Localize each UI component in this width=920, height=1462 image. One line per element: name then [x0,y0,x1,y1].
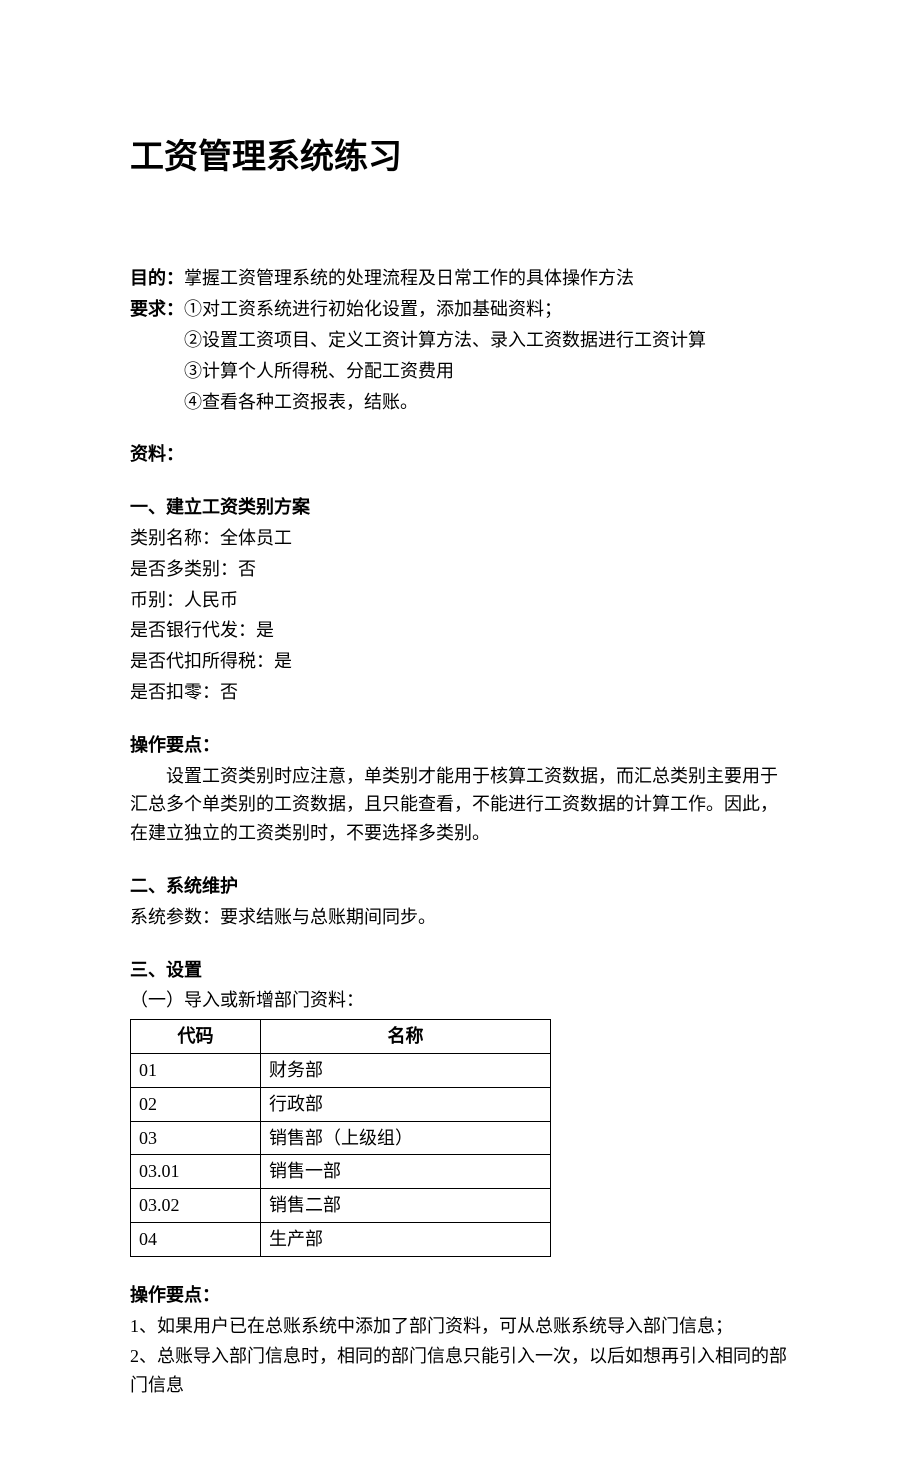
document-page: 工资管理系统练习 目的：掌握工资管理系统的处理流程及日常工作的具体操作方法 要求… [0,0,920,1462]
table-header-row: 代码 名称 [131,1020,551,1054]
opkey2-label: 操作要点： [130,1281,790,1310]
require-label: 要求： [130,299,184,319]
opkey1-label: 操作要点： [130,731,790,760]
require-line-4: ④查看各种工资报表，结账。 [184,388,790,417]
require-line-3: ③计算个人所得税、分配工资费用 [184,357,790,386]
cell-code: 03 [131,1121,261,1155]
require-line-2: ②设置工资项目、定义工资计算方法、录入工资数据进行工资计算 [184,326,790,355]
purpose-line: 目的：掌握工资管理系统的处理流程及日常工作的具体操作方法 [130,264,790,293]
s1-line-6: 是否扣零：否 [130,678,790,707]
cell-name: 生产部 [261,1222,551,1256]
s3-sub: （一）导入或新增部门资料： [130,986,790,1015]
dept-table: 代码 名称 01 财务部 02 行政部 03 销售部（上级组） 03 [130,1019,551,1257]
table-row: 03 销售部（上级组） [131,1121,551,1155]
cell-name: 销售部（上级组） [261,1121,551,1155]
cell-name: 行政部 [261,1087,551,1121]
th-code: 代码 [131,1020,261,1054]
cell-name: 销售一部 [261,1155,551,1189]
opkey2-line-1: 1、如果用户已在总账系统中添加了部门资料，可从总账系统导入部门信息； [130,1312,790,1341]
section-3-heading: 三、设置 [130,956,790,985]
s1-line-4: 是否银行代发：是 [130,616,790,645]
materials-label: 资料： [130,440,790,469]
cell-name: 销售二部 [261,1189,551,1223]
purpose-text: 掌握工资管理系统的处理流程及日常工作的具体操作方法 [184,268,634,288]
table-row: 02 行政部 [131,1087,551,1121]
cell-code: 03.02 [131,1189,261,1223]
table-row: 04 生产部 [131,1222,551,1256]
require-text-1: ①对工资系统进行初始化设置，添加基础资料； [184,299,562,319]
cell-code: 04 [131,1222,261,1256]
s1-line-2: 是否多类别：否 [130,555,790,584]
table-row: 01 财务部 [131,1053,551,1087]
cell-name: 财务部 [261,1053,551,1087]
s1-line-3: 币别：人民币 [130,586,790,615]
purpose-label: 目的： [130,268,184,288]
s1-line-5: 是否代扣所得税：是 [130,647,790,676]
opkey1-text: 设置工资类别时应注意，单类别才能用于核算工资数据，而汇总类别主要用于汇总多个单类… [130,762,790,848]
document-title: 工资管理系统练习 [130,130,790,184]
cell-code: 02 [131,1087,261,1121]
section-1-heading: 一、建立工资类别方案 [130,493,790,522]
cell-code: 03.01 [131,1155,261,1189]
table-row: 03.01 销售一部 [131,1155,551,1189]
table-row: 03.02 销售二部 [131,1189,551,1223]
cell-code: 01 [131,1053,261,1087]
th-name: 名称 [261,1020,551,1054]
dept-table-wrap: 代码 名称 01 财务部 02 行政部 03 销售部（上级组） 03 [130,1019,790,1257]
s2-text: 系统参数：要求结账与总账期间同步。 [130,903,790,932]
section-2-heading: 二、系统维护 [130,872,790,901]
s1-line-1: 类别名称：全体员工 [130,524,790,553]
require-line-1: 要求：①对工资系统进行初始化设置，添加基础资料； [130,295,790,324]
opkey2-line-2: 2、总账导入部门信息时，相同的部门信息只能引入一次，以后如想再引入相同的部门信息 [130,1342,790,1400]
